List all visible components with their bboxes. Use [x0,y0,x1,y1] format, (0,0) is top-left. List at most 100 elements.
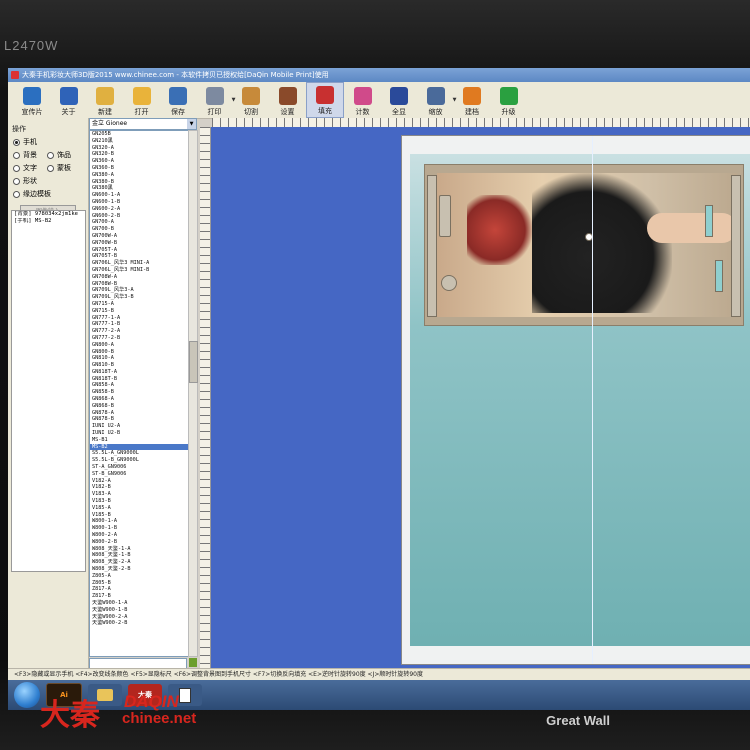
model-list-item[interactable]: 天鉴W900-1-B [90,607,188,614]
model-list-item[interactable]: GN380-A [90,172,188,179]
model-list-item[interactable]: GN700-B [90,226,188,233]
model-list-item[interactable]: V182-B [90,484,188,491]
radio-button[interactable] [47,164,54,172]
model-list-item[interactable]: S5.5L-B_GN9000L [90,457,188,464]
toolbar-button-2[interactable]: 新建 [87,84,123,118]
model-list-scrollbar[interactable] [188,130,198,657]
model-list-item[interactable]: V185-A [90,505,188,512]
model-list-item[interactable]: GN868-A [90,396,188,403]
model-list-item[interactable]: GN700W-B [90,240,188,247]
model-list[interactable]: GN205B GN210黑 GN320-A GN320-B GN360-A GN360-B… [89,130,189,657]
model-list-item[interactable]: GN810-A [90,355,188,362]
toolbar-button-8[interactable]: 填充 [306,82,344,118]
model-list-item[interactable]: GN858-A [90,382,188,389]
window-title-bar[interactable]: 大秦手机彩妆大师3D版2015 www.chinee.com - 本软件拷贝已授… [8,68,750,82]
toolbar-button-6[interactable]: 切割 [233,84,269,118]
start-button[interactable] [14,682,40,708]
model-list-item[interactable]: IUNI U2-A [90,423,188,430]
design-canvas[interactable] [211,127,750,670]
radio-button[interactable] [13,151,20,159]
model-list-item[interactable]: GN320-B [90,151,188,158]
model-list-item[interactable]: GN210黑 [90,138,188,145]
toolbar-button-13[interactable]: 升级 [491,84,527,118]
model-list-item[interactable]: GN777-2-A [90,328,188,335]
model-list-item[interactable]: GN600-2-B [90,213,188,220]
model-list-item[interactable]: GN777-2-B [90,335,188,342]
model-list-item[interactable]: GN706L_风华3 MINI-A [90,260,188,267]
model-list-item[interactable]: V185-B [90,512,188,519]
model-list-item[interactable]: GN380黑 [90,185,188,192]
model-list-item[interactable]: 天鉴W900-1-A [90,600,188,607]
model-list-item[interactable]: W800-1-B [90,525,188,532]
toolbar-button-10[interactable]: 全显 [381,84,417,118]
scrollbar-thumb[interactable] [189,341,198,383]
model-list-item[interactable]: GN868-B [90,403,188,410]
model-list-item[interactable]: GN205B [90,131,188,138]
brand-select[interactable]: 金立 Gionee ▼ [89,118,197,130]
model-list-item[interactable]: W808_天鉴-2-A [90,559,188,566]
model-list-item[interactable]: Z805-B [90,580,188,587]
model-list-item[interactable]: GN700-A [90,219,188,226]
model-list-item[interactable]: GN700W-A [90,233,188,240]
toolbar-button-0[interactable]: 宣传片 [14,84,50,118]
model-list-item[interactable]: GN715-A [90,301,188,308]
model-list-item[interactable]: MS-B2 [90,443,188,451]
model-list-item[interactable]: W800-1-A [90,518,188,525]
model-list-item[interactable]: GN858-B [90,389,188,396]
radio-button[interactable] [13,190,20,198]
model-list-item[interactable]: S5.5L-A_GN9000L [90,450,188,457]
radio-button[interactable] [13,164,20,172]
model-list-item[interactable]: Z817-B [90,593,188,600]
layer-list[interactable]: [背景] 978034x2jm1ke [手机] MS-B2 [11,210,86,572]
model-list-item[interactable]: GN818T-B [90,376,188,383]
radio-button[interactable] [13,138,20,146]
model-list-item[interactable]: GN360-B [90,165,188,172]
toolbar-button-5[interactable]: 打印 ▼ [197,84,236,118]
chevron-down-icon[interactable]: ▼ [187,119,196,129]
model-list-item[interactable]: V182-A [90,478,188,485]
model-list-item[interactable]: GN810-B [90,362,188,369]
go-arrow-icon[interactable] [189,658,197,667]
model-list-item[interactable]: GN777-1-A [90,315,188,322]
model-list-item[interactable]: GN706L_风华3 MINI-B [90,267,188,274]
toolbar-button-7[interactable]: 设置 [270,84,306,118]
model-list-item[interactable]: GN360-A [90,158,188,165]
toolbar-button-1[interactable]: 关于 [51,84,87,118]
model-list-item[interactable]: GN708W-A [90,274,188,281]
model-list-item[interactable]: ST-B_GN9006 [90,471,188,478]
model-list-item[interactable]: 天鉴W900-2-B [90,620,188,627]
model-list-item[interactable]: Z805-A [90,573,188,580]
model-list-item[interactable]: V183-B [90,498,188,505]
model-list-item[interactable]: GN800-A [90,342,188,349]
toolbar-button-12[interactable]: 建档 [454,84,490,118]
model-list-item[interactable]: GN800-B [90,349,188,356]
model-list-item[interactable]: GN878-A [90,410,188,417]
model-list-item[interactable]: MS-B1 [90,437,188,444]
model-list-item[interactable]: GN600-1-B [90,199,188,206]
model-list-item[interactable]: ST-A_GN9006 [90,464,188,471]
layer-item[interactable]: [背景] 978034x2jm1ke [12,211,85,218]
radio-button[interactable] [13,177,20,185]
toolbar-button-9[interactable]: 计数 [345,84,381,118]
toolbar-button-4[interactable]: 保存 [160,84,196,118]
model-list-item[interactable]: Z817-A [90,586,188,593]
model-list-item[interactable]: GN818T-A [90,369,188,376]
model-list-item[interactable]: GN878-B [90,416,188,423]
layer-item[interactable]: [手机] MS-B2 [12,218,85,225]
toolbar-button-3[interactable]: 打开 [124,84,160,118]
model-list-item[interactable]: IUNI U2-B [90,430,188,437]
model-list-item[interactable]: GN600-2-A [90,206,188,213]
model-list-item[interactable]: W800-2-A [90,532,188,539]
model-list-item[interactable]: GN709L_风华3-B [90,294,188,301]
model-list-item[interactable]: W808_天鉴-2-B [90,566,188,573]
model-list-item[interactable]: GN715-B [90,308,188,315]
model-list-item[interactable]: W800-2-B [90,539,188,546]
model-list-item[interactable]: GN777-1-B [90,321,188,328]
model-list-item[interactable]: GN705T-A [90,247,188,254]
toolbar-button-11[interactable]: 缩放 ▼ [418,84,457,118]
radio-button[interactable] [47,151,54,159]
model-list-item[interactable]: V183-A [90,491,188,498]
phone-skin-template[interactable] [424,164,744,326]
model-list-item[interactable]: GN600-1-A [90,192,188,199]
vertical-guide-line[interactable] [592,136,593,664]
